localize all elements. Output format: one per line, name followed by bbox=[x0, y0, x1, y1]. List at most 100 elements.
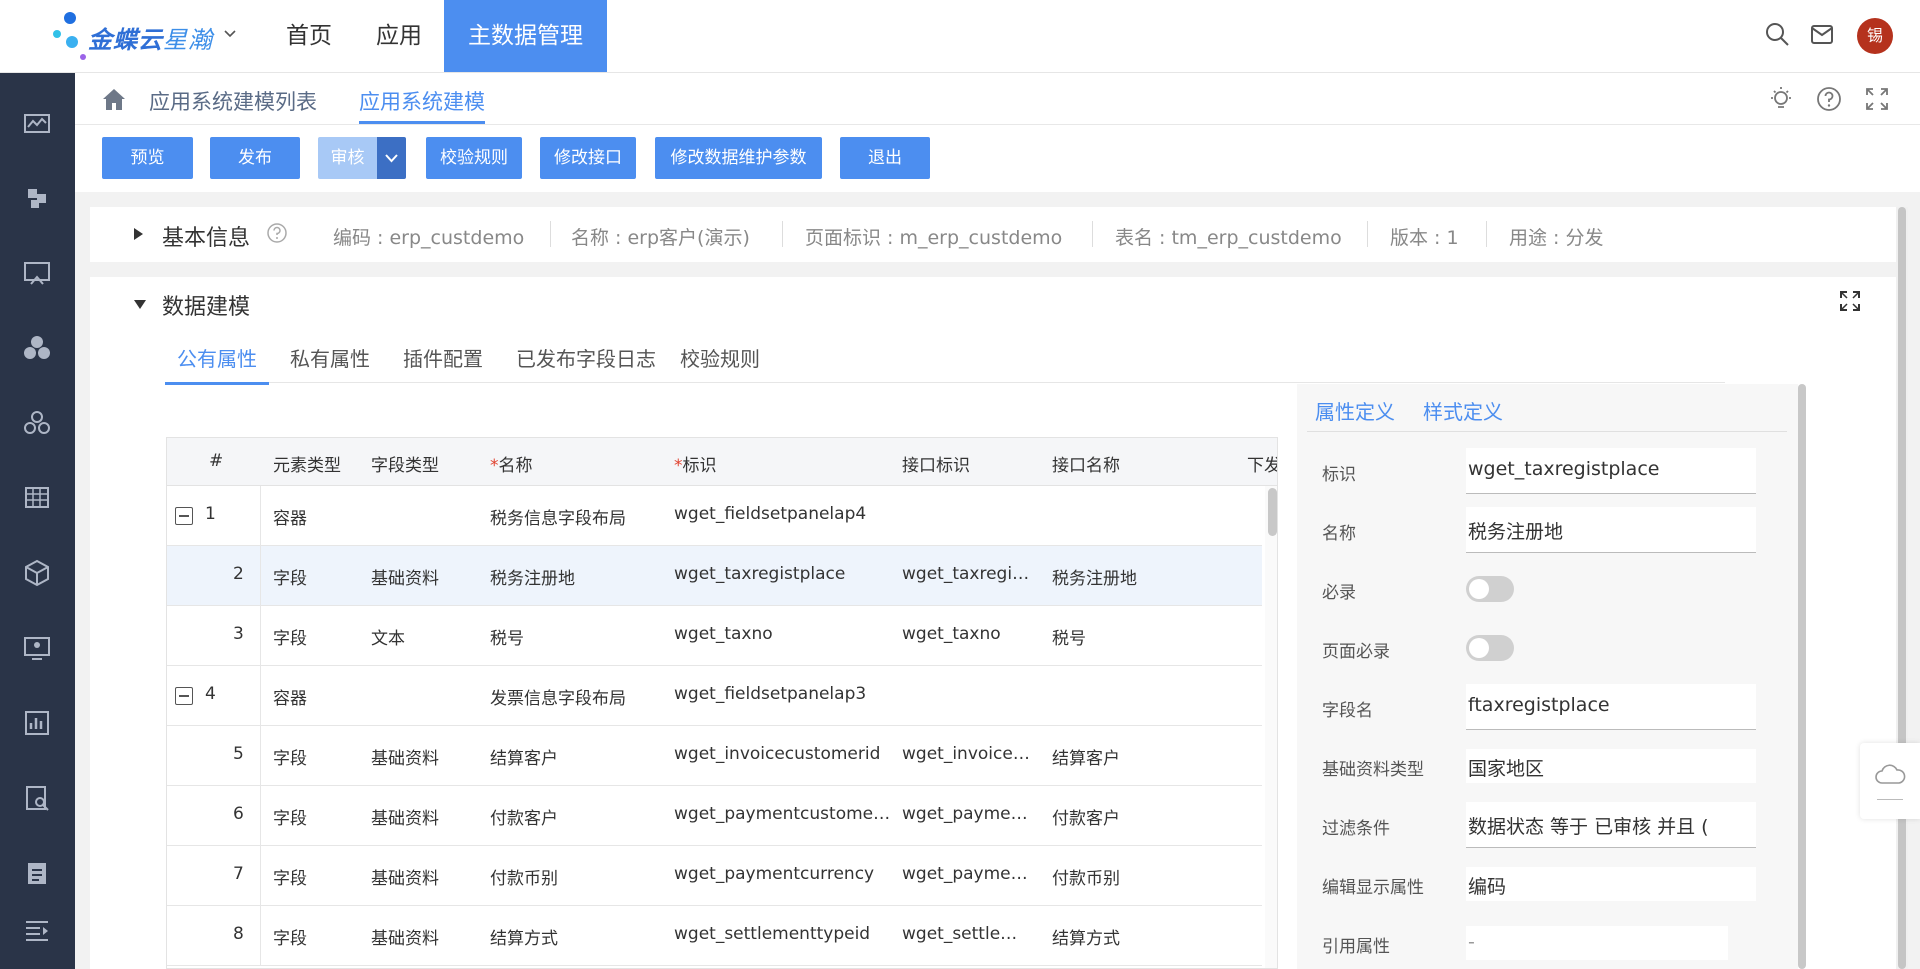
nav-master-data[interactable]: 主数据管理 bbox=[444, 0, 607, 72]
scroll-thumb[interactable] bbox=[1798, 384, 1806, 969]
col-api-id[interactable]: 接口标识 bbox=[902, 451, 970, 476]
col-field-type[interactable]: 字段类型 bbox=[371, 451, 439, 476]
table-row[interactable]: 3 字段 文本 税号 wget_taxno wget_taxno 税号 bbox=[167, 606, 1262, 666]
expand-arrow[interactable] bbox=[134, 228, 143, 240]
meta-code: 编码 : erp_custdemo bbox=[333, 227, 525, 249]
modify-params-button[interactable]: 修改数据维护参数 bbox=[655, 137, 822, 179]
prop-label: 编辑显示属性 bbox=[1322, 878, 1424, 898]
properties-scrollbar[interactable] bbox=[1798, 384, 1806, 969]
lightbulb-icon[interactable] bbox=[1767, 85, 1795, 113]
breadcrumb-current[interactable]: 应用系统建模 bbox=[359, 86, 485, 124]
prop-value-field[interactable]: 国家地区 bbox=[1466, 749, 1756, 783]
cell-api-id: wget_taxno bbox=[902, 624, 1001, 644]
tab-public-attrs[interactable]: 公有属性 bbox=[165, 343, 269, 385]
cell-id: wget_invoicecustomerid bbox=[674, 744, 881, 764]
basic-info-title[interactable]: 基本信息 bbox=[162, 220, 250, 252]
prop-value-field[interactable]: 税务注册地 bbox=[1466, 507, 1756, 553]
monitor-icon[interactable] bbox=[20, 107, 54, 141]
tab-style-def[interactable]: 样式定义 bbox=[1423, 396, 1503, 425]
preview-button[interactable]: 预览 bbox=[102, 137, 193, 179]
col-api-name[interactable]: 接口名称 bbox=[1052, 451, 1120, 476]
row-number: 7 bbox=[233, 864, 244, 884]
table-row[interactable]: 6 字段 基础资料 付款客户 wget_paymentcustomerid wget_pa… bbox=[167, 786, 1262, 846]
cell-api-id: wget_settlementtypeid bbox=[902, 924, 1030, 944]
prop-value-field[interactable]: ftaxregistplace bbox=[1466, 684, 1756, 730]
prop-label: 标识 bbox=[1322, 465, 1356, 485]
nav-apps[interactable]: 应用 bbox=[354, 0, 444, 72]
col-id[interactable]: *标识 bbox=[674, 451, 717, 476]
chevron-down-icon[interactable] bbox=[222, 26, 238, 42]
prop-toggle[interactable] bbox=[1466, 576, 1514, 602]
network-icon[interactable] bbox=[20, 406, 54, 440]
check-rules-button[interactable]: 校验规则 bbox=[426, 137, 522, 179]
menu-collapse-icon[interactable] bbox=[20, 913, 54, 947]
data-model-title[interactable]: 数据建模 bbox=[162, 289, 250, 321]
publish-button[interactable]: 发布 bbox=[210, 137, 300, 179]
clipboard-icon[interactable] bbox=[20, 856, 54, 890]
nav-home[interactable]: 首页 bbox=[264, 0, 354, 72]
tab-private-attrs[interactable]: 私有属性 bbox=[278, 343, 382, 382]
modify-api-button[interactable]: 修改接口 bbox=[540, 137, 636, 179]
prop-label: 过滤条件 bbox=[1322, 819, 1390, 839]
clipboard-search-icon[interactable] bbox=[20, 781, 54, 815]
chevron-down-icon bbox=[385, 154, 398, 163]
scroll-thumb[interactable] bbox=[1898, 207, 1906, 969]
prop-toggle[interactable] bbox=[1466, 635, 1514, 661]
cell-api-name: 付款币别 bbox=[1052, 869, 1120, 889]
tab-check-rules[interactable]: 校验规则 bbox=[668, 343, 772, 382]
table-row[interactable]: 2 字段 基础资料 税务注册地 wget_taxregistplace wget_taxr… bbox=[167, 546, 1262, 606]
cloud-widget[interactable] bbox=[1860, 743, 1920, 819]
fullscreen-icon[interactable] bbox=[1863, 85, 1891, 113]
exit-button[interactable]: 退出 bbox=[840, 137, 930, 179]
home-icon[interactable] bbox=[100, 85, 128, 113]
brand-logo[interactable]: 金蝶云星瀚 bbox=[50, 12, 250, 60]
presentation-icon[interactable] bbox=[20, 631, 54, 665]
search-icon[interactable] bbox=[1763, 20, 1791, 48]
cell-api-id: wget_paymentcustomerid bbox=[902, 804, 1030, 824]
inbox-icon[interactable] bbox=[1808, 20, 1836, 48]
model-tabs: 公有属性 私有属性 插件配置 已发布字段日志 校验规则 bbox=[165, 333, 1725, 385]
help-icon[interactable] bbox=[1815, 85, 1843, 113]
tab-attr-def[interactable]: 属性定义 bbox=[1315, 396, 1395, 431]
cube-icon[interactable] bbox=[20, 556, 54, 590]
meta-name: 名称 : erp客户(演示) bbox=[571, 227, 750, 249]
meta-usage: 用途 : 分发 bbox=[1509, 227, 1604, 249]
col-dispatch[interactable]: 下发 bbox=[1247, 451, 1277, 476]
user-avatar[interactable]: 锡 bbox=[1857, 18, 1893, 54]
cluster-icon[interactable] bbox=[20, 331, 54, 365]
cell-api-name: 付款客户 bbox=[1052, 809, 1120, 829]
collapse-group-icon[interactable] bbox=[175, 687, 193, 705]
table-row[interactable]: 8 字段 基础资料 结算方式 wget_settlementtypeid wget_set… bbox=[167, 906, 1262, 966]
table-row[interactable]: 4 容器 发票信息字段布局 wget_fieldsetpanelap3 bbox=[167, 666, 1262, 726]
table-row[interactable]: 7 字段 基础资料 付款币别 wget_paymentcurrency wget_paym… bbox=[167, 846, 1262, 906]
col-elem-type[interactable]: 元素类型 bbox=[273, 451, 341, 476]
cell-elem-type: 容器 bbox=[273, 509, 307, 529]
scroll-thumb[interactable] bbox=[1268, 488, 1277, 536]
screen-icon[interactable] bbox=[20, 256, 54, 290]
row-number: 3 bbox=[233, 624, 244, 644]
collapse-group-icon[interactable] bbox=[175, 507, 193, 525]
row-number-cell: 6 bbox=[167, 786, 261, 846]
prop-value-field[interactable]: 编码 bbox=[1466, 867, 1756, 901]
audit-dropdown[interactable] bbox=[377, 137, 406, 179]
page-scrollbar[interactable] bbox=[1896, 207, 1908, 969]
help-icon[interactable] bbox=[266, 222, 288, 244]
table-row[interactable]: 1 容器 税务信息字段布局 wget_fieldsetpanelap4 bbox=[167, 486, 1262, 546]
table-row[interactable]: 5 字段 基础资料 结算客户 wget_invoicecustomerid wget_in… bbox=[167, 726, 1262, 786]
tab-published-log[interactable]: 已发布字段日志 bbox=[504, 343, 668, 382]
col-name[interactable]: *名称 bbox=[490, 451, 533, 476]
tab-plugin-config[interactable]: 插件配置 bbox=[391, 343, 495, 382]
expand-icon[interactable] bbox=[1838, 289, 1862, 313]
breadcrumb-parent[interactable]: 应用系统建模列表 bbox=[149, 86, 317, 116]
table-icon[interactable] bbox=[20, 481, 54, 515]
prop-value-field[interactable]: wget_taxregistplace bbox=[1466, 448, 1756, 494]
prop-value-field[interactable]: - bbox=[1466, 926, 1728, 960]
prop-value-field[interactable]: 数据状态 等于 已审核 并且 ( bbox=[1466, 802, 1756, 848]
audit-button[interactable]: 审核 bbox=[318, 137, 377, 179]
cell-elem-type: 容器 bbox=[273, 689, 307, 709]
cell-api-id: wget_paymentcurrency bbox=[902, 864, 1030, 884]
puzzle-icon[interactable] bbox=[20, 181, 54, 215]
table-scrollbar[interactable] bbox=[1265, 486, 1277, 968]
collapse-arrow[interactable] bbox=[134, 300, 146, 309]
report-icon[interactable] bbox=[20, 706, 54, 740]
